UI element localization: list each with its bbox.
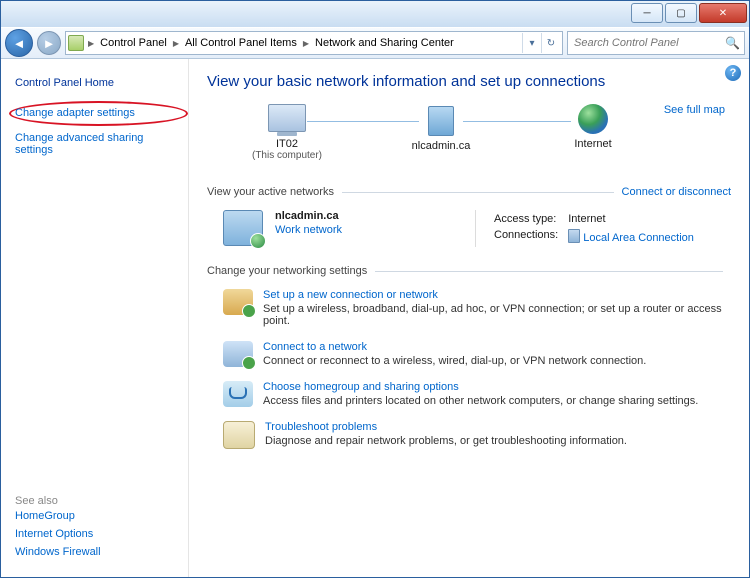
forward-button[interactable]: ► — [37, 31, 61, 55]
new-connection-icon — [223, 289, 253, 315]
globe-icon — [578, 104, 608, 134]
setting-new-connection: Set up a new connection or network Set u… — [207, 285, 731, 337]
setting-desc: Access files and printers located on oth… — [263, 395, 698, 407]
setting-connect-network-link[interactable]: Connect to a network — [263, 341, 646, 355]
page-title: View your basic network information and … — [207, 73, 731, 90]
connection-link[interactable]: Local Area Connection — [583, 232, 694, 244]
gateway-icon — [428, 106, 454, 136]
connections-label: Connections: — [494, 228, 566, 245]
address-bar[interactable]: ▶ Control Panel ▶ All Control Panel Item… — [65, 31, 563, 55]
active-networks-heading: View your active networks — [207, 186, 334, 198]
network-type-link[interactable]: Work network — [275, 222, 475, 236]
networking-settings-heading: Change your networking settings — [207, 265, 367, 277]
search-box[interactable]: 🔍 — [567, 31, 745, 55]
divider — [342, 192, 614, 193]
network-map: See full map IT02 (This computer) nlcadm… — [207, 104, 731, 182]
setting-troubleshoot-link[interactable]: Troubleshoot problems — [265, 421, 627, 435]
see-also-internet-options[interactable]: Internet Options — [15, 525, 188, 543]
close-button[interactable]: ✕ — [699, 3, 747, 23]
divider — [375, 271, 723, 272]
active-network-panel: nlcadmin.ca Work network Access type: In… — [207, 206, 731, 263]
highlight-annotation: Change adapter settings — [9, 101, 188, 126]
connect-disconnect-link[interactable]: Connect or disconnect — [622, 186, 731, 198]
chevron-right-icon: ▶ — [86, 39, 96, 48]
search-icon: 🔍 — [725, 36, 740, 50]
see-full-map-link[interactable]: See full map — [664, 104, 725, 116]
computer-icon — [268, 104, 306, 132]
refresh-button[interactable]: ↻ — [541, 33, 560, 53]
troubleshoot-icon — [223, 421, 255, 449]
lan-icon — [568, 229, 580, 243]
sidebar: Control Panel Home Change adapter settin… — [1, 59, 189, 578]
access-type-label: Access type: — [494, 212, 566, 226]
control-panel-home-link[interactable]: Control Panel Home — [15, 69, 188, 93]
nav-toolbar: ◄ ► ▶ Control Panel ▶ All Control Panel … — [1, 27, 749, 59]
see-also-windows-firewall[interactable]: Windows Firewall — [15, 543, 188, 561]
breadcrumb-current[interactable]: Network and Sharing Center — [313, 37, 456, 49]
node-computer-sub: (This computer) — [237, 150, 337, 161]
maximize-button[interactable]: ▢ — [665, 3, 697, 23]
setting-desc: Connect or reconnect to a wireless, wire… — [263, 355, 646, 367]
setting-desc: Set up a wireless, broadband, dial-up, a… — [263, 303, 731, 327]
network-name: nlcadmin.ca — [275, 210, 475, 222]
window: ─ ▢ ✕ ◄ ► ▶ Control Panel ▶ All Control … — [0, 0, 750, 578]
node-internet-label: Internet — [543, 138, 643, 150]
setting-homegroup-link[interactable]: Choose homegroup and sharing options — [263, 381, 698, 395]
setting-desc: Diagnose and repair network problems, or… — [265, 435, 627, 447]
connect-network-icon — [223, 341, 253, 367]
setting-new-connection-link[interactable]: Set up a new connection or network — [263, 289, 731, 303]
see-also-homegroup[interactable]: HomeGroup — [15, 507, 188, 525]
address-dropdown-button[interactable]: ▾ — [522, 33, 541, 53]
setting-connect-network: Connect to a network Connect or reconnec… — [207, 337, 731, 377]
network-icon — [223, 210, 263, 246]
chevron-right-icon: ▶ — [171, 39, 181, 48]
change-adapter-settings-link[interactable]: Change adapter settings — [15, 104, 178, 122]
chevron-right-icon: ▶ — [301, 39, 311, 48]
breadcrumb-control-panel[interactable]: Control Panel — [98, 37, 169, 49]
title-bar[interactable]: ─ ▢ ✕ — [1, 1, 749, 27]
setting-homegroup: Choose homegroup and sharing options Acc… — [207, 377, 731, 417]
search-input[interactable] — [572, 36, 725, 50]
breadcrumb-all-items[interactable]: All Control Panel Items — [183, 37, 299, 49]
node-gateway-label: nlcadmin.ca — [391, 140, 491, 152]
minimize-button[interactable]: ─ — [631, 3, 663, 23]
setting-troubleshoot: Troubleshoot problems Diagnose and repai… — [207, 417, 731, 459]
homegroup-icon — [223, 381, 253, 407]
access-type-value: Internet — [568, 212, 702, 226]
node-computer-label: IT02 — [237, 138, 337, 150]
change-advanced-sharing-link[interactable]: Change advanced sharing settings — [15, 126, 188, 159]
main-content: ? View your basic network information an… — [189, 59, 749, 578]
see-also-heading: See also — [15, 495, 188, 507]
control-panel-icon — [68, 35, 84, 51]
help-icon[interactable]: ? — [725, 65, 741, 81]
back-button[interactable]: ◄ — [5, 29, 33, 57]
